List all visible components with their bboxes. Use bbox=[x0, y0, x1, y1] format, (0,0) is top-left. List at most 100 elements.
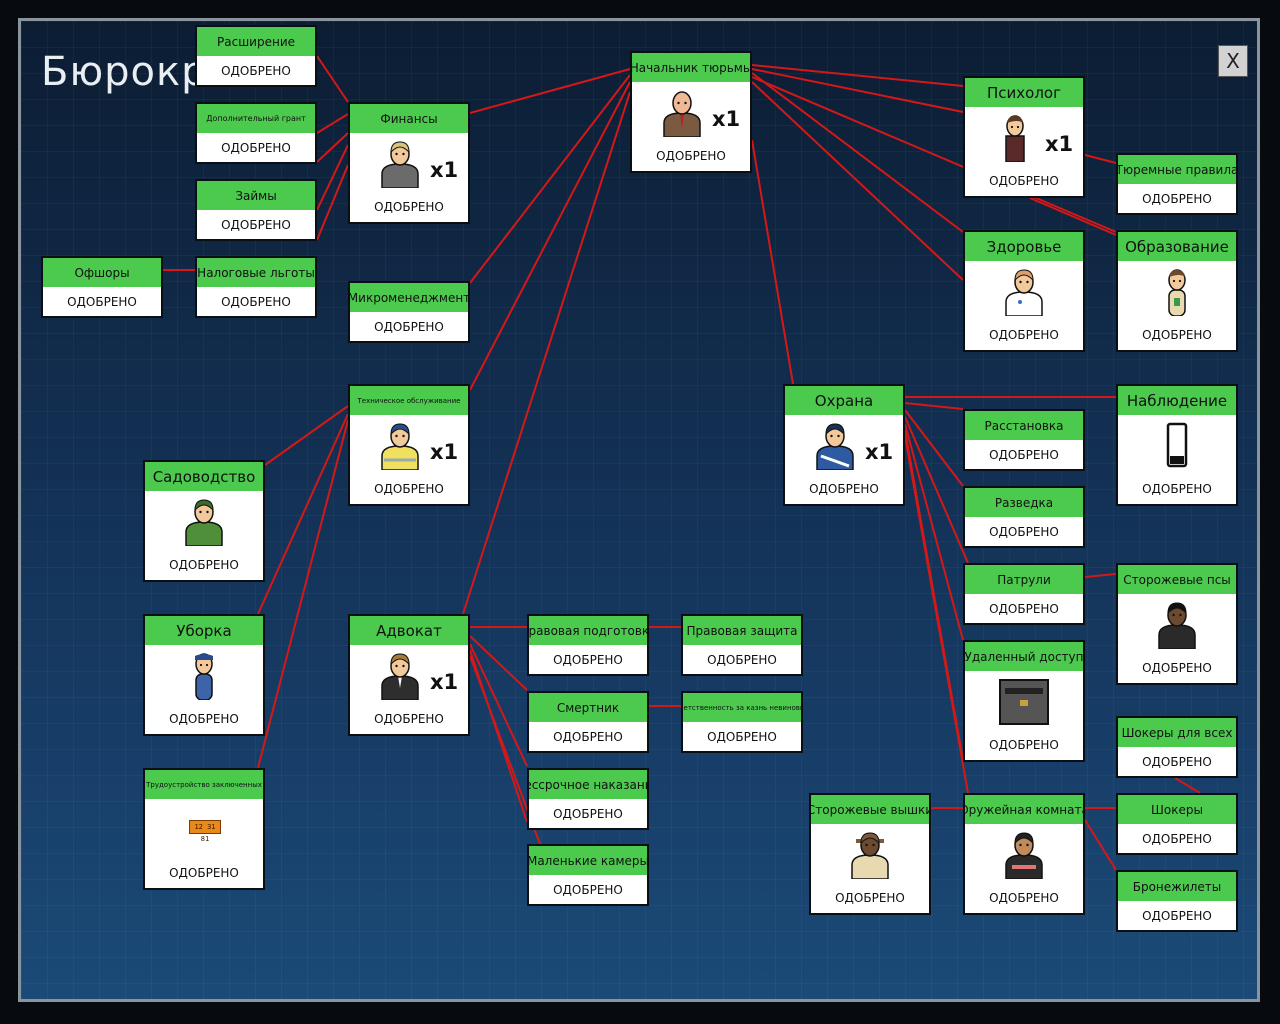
tech-node-title: Смертник bbox=[529, 693, 647, 722]
approval-status: ОДОБРЕНО bbox=[374, 200, 444, 214]
tech-node-title: Оружейная комната bbox=[965, 795, 1083, 824]
janitor-portrait-icon bbox=[182, 652, 226, 701]
tech-node-title: Сторожевые псы bbox=[1118, 565, 1236, 594]
tech-node-deployment[interactable]: Расстановка ОДОБРЕНО bbox=[963, 409, 1085, 471]
approval-status: ОДОБРЕНО bbox=[707, 653, 777, 667]
approval-status: ОДОБРЕНО bbox=[553, 807, 623, 821]
tech-node-guard-towers[interactable]: Сторожевые вышки ОДОБРЕНО bbox=[809, 793, 931, 915]
tech-node-legal-prep[interactable]: Правовая подготовка ОДОБРЕНО bbox=[527, 614, 649, 676]
dependency-line bbox=[316, 55, 349, 103]
tech-node-surveillance[interactable]: Наблюдение ОДОБРЕНО bbox=[1116, 384, 1238, 506]
tech-node-maintenance[interactable]: Техническое обслуживание x1 ОДОБРЕНО bbox=[348, 384, 470, 506]
tech-node-life-sentence[interactable]: Бессрочное наказание ОДОБРЕНО bbox=[527, 768, 649, 830]
tech-node-title: Удаленный доступ bbox=[965, 642, 1083, 671]
tech-node-title: Микроменеджмент bbox=[350, 283, 468, 312]
approval-status: ОДОБРЕНО bbox=[989, 328, 1059, 342]
approval-status: ОДОБРЕНО bbox=[989, 738, 1059, 752]
tech-node-title: Патрули bbox=[965, 565, 1083, 594]
screen-frame: Бюрокра X Расширение ОДОБРЕНО Дополнительн… bbox=[0, 0, 1280, 1024]
tech-node-legal-defense[interactable]: Правовая защита ОДОБРЕНО bbox=[681, 614, 803, 676]
tech-node-title: Расстановка bbox=[965, 411, 1083, 440]
approval-status: ОДОБРЕНО bbox=[656, 149, 726, 163]
tech-node-micromanagement[interactable]: Микроменеджмент ОДОБРЕНО bbox=[348, 281, 470, 343]
approval-status: ОДОБРЕНО bbox=[169, 866, 239, 880]
dependency-line bbox=[1084, 819, 1117, 871]
tech-node-title: Шокеры bbox=[1118, 795, 1236, 824]
approval-status: ОДОБРЕНО bbox=[67, 295, 137, 309]
tech-node-small-cells[interactable]: Маленькие камеры ОДОБРЕНО bbox=[527, 844, 649, 906]
tech-node-armoury[interactable]: Оружейная комната ОДОБРЕНО bbox=[963, 793, 1085, 915]
dependency-line bbox=[316, 132, 349, 163]
tech-node-title: Уборка bbox=[145, 616, 263, 645]
approval-status: ОДОБРЕНО bbox=[1142, 755, 1212, 769]
tech-node-health[interactable]: Здоровье ОДОБРЕНО bbox=[963, 230, 1085, 352]
tech-node-expansion[interactable]: Расширение ОДОБРЕНО bbox=[195, 25, 317, 87]
approval-status: ОДОБРЕНО bbox=[169, 558, 239, 572]
tech-node-education[interactable]: Образование ОДОБРЕНО bbox=[1116, 230, 1238, 352]
tech-node-title: Образование bbox=[1118, 232, 1236, 261]
dependency-line bbox=[469, 649, 528, 823]
tech-node-psychologist[interactable]: Психолог x1 ОДОБРЕНО bbox=[963, 76, 1085, 198]
tech-node-gardening[interactable]: Садоводство ОДОБРЕНО bbox=[143, 460, 265, 582]
dependency-line bbox=[751, 81, 964, 281]
camera-monitor-icon bbox=[1155, 422, 1199, 470]
staff-count: x1 bbox=[865, 440, 894, 464]
dependency-line bbox=[257, 413, 349, 615]
bureaucracy-panel: Бюрокра X Расширение ОДОБРЕНО Дополнительн… bbox=[18, 18, 1260, 1002]
tech-node-intelligence[interactable]: Разведка ОДОБРЕНО bbox=[963, 486, 1085, 548]
approval-status: ОДОБРЕНО bbox=[221, 295, 291, 309]
tech-node-guard-dogs[interactable]: Сторожевые псы ОДОБРЕНО bbox=[1116, 563, 1238, 685]
tech-node-tax-breaks[interactable]: Налоговые льготы ОДОБРЕНО bbox=[195, 256, 317, 318]
approval-status: ОДОБРЕНО bbox=[221, 64, 291, 78]
lawyer-portrait-icon bbox=[378, 652, 422, 701]
staff-count: x1 bbox=[430, 158, 459, 182]
tech-node-finance[interactable]: Финансы x1 ОДОБРЕНО bbox=[348, 102, 470, 224]
tech-node-tasers[interactable]: Шокеры ОДОБРЕНО bbox=[1116, 793, 1238, 855]
tech-node-title: Тюремные правила bbox=[1118, 155, 1236, 184]
tech-node-cleaning[interactable]: Уборка ОДОБРЕНО bbox=[143, 614, 265, 736]
tech-node-remote-access[interactable]: Удаленный доступ ОДОБРЕНО bbox=[963, 640, 1085, 762]
armed-guard-portrait-icon bbox=[1002, 831, 1046, 880]
dependency-line bbox=[1174, 777, 1201, 794]
tech-node-title: Начальник тюрьмы bbox=[632, 53, 750, 82]
approval-status: ОДОБРЕНО bbox=[1142, 328, 1212, 342]
tech-node-extra-grant[interactable]: Дополнительный грант ОДОБРЕНО bbox=[195, 102, 317, 164]
tech-node-tasers-for-all[interactable]: Шокеры для всех ОДОБРЕНО bbox=[1116, 716, 1238, 778]
dependency-line bbox=[257, 419, 349, 769]
dependency-line bbox=[462, 91, 631, 615]
tech-node-patrols[interactable]: Патрули ОДОБРЕНО bbox=[963, 563, 1085, 625]
approval-status: ОДОБРЕНО bbox=[374, 482, 444, 496]
tech-node-title: Бронежилеты bbox=[1118, 872, 1236, 901]
psychologist-portrait-icon bbox=[993, 114, 1037, 163]
approval-status: ОДОБРЕНО bbox=[169, 712, 239, 726]
approval-status: ОДОБРЕНО bbox=[221, 141, 291, 155]
dog-handler-portrait-icon bbox=[1155, 601, 1199, 650]
tech-node-execution-liability[interactable]: Ответственность за казнь невиновных ОДОБР… bbox=[681, 691, 803, 753]
approval-status: ОДОБРЕНО bbox=[1142, 661, 1212, 675]
tech-node-title: Здоровье bbox=[965, 232, 1083, 261]
staff-count: x1 bbox=[712, 107, 741, 131]
tech-node-body-armour[interactable]: Бронежилеты ОДОБРЕНО bbox=[1116, 870, 1238, 932]
dependency-line bbox=[316, 113, 349, 134]
approval-status: ОДОБРЕНО bbox=[989, 891, 1059, 905]
tech-node-title: Расширение bbox=[197, 27, 315, 56]
tech-node-loans[interactable]: Займы ОДОБРЕНО bbox=[195, 179, 317, 241]
tech-node-warden[interactable]: Начальник тюрьмы x1 ОДОБРЕНО bbox=[630, 51, 752, 173]
approval-status: ОДОБРЕНО bbox=[1142, 909, 1212, 923]
approval-status: ОДОБРЕНО bbox=[835, 891, 905, 905]
tech-node-offshore[interactable]: Офшоры ОДОБРЕНО bbox=[41, 256, 163, 318]
tech-node-lawyer[interactable]: Адвокат x1 ОДОБРЕНО bbox=[348, 614, 470, 736]
dependency-line bbox=[1084, 573, 1117, 578]
dependency-line bbox=[264, 405, 349, 466]
tech-node-title: Охрана bbox=[785, 386, 903, 415]
tech-node-title: Займы bbox=[197, 181, 315, 210]
tech-node-prisoner-labour[interactable]: Трудоустройство заключенных 12 31 81 ОДОБР… bbox=[143, 768, 265, 890]
tech-node-death-row[interactable]: Смертник ОДОБРЕНО bbox=[527, 691, 649, 753]
approval-status: ОДОБРЕНО bbox=[553, 883, 623, 897]
staff-count: x1 bbox=[430, 440, 459, 464]
close-button[interactable]: X bbox=[1218, 45, 1248, 77]
tech-node-title: Правовая подготовка bbox=[529, 616, 647, 645]
approval-status: ОДОБРЕНО bbox=[989, 448, 1059, 462]
tech-node-prison-rules[interactable]: Тюремные правила ОДОБРЕНО bbox=[1116, 153, 1238, 215]
tech-node-security[interactable]: Охрана x1 ОДОБРЕНО bbox=[783, 384, 905, 506]
